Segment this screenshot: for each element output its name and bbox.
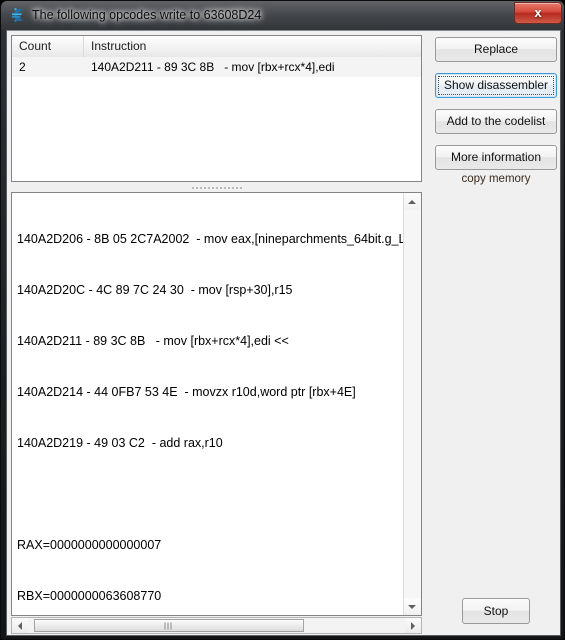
disasm-line: 140A2D20C - 4C 89 7C 24 30 - mov [rsp+30… (17, 283, 293, 297)
register-line: RAX=0000000000000007 (17, 538, 162, 552)
window-title: The following opcodes write to 63608D24 (32, 8, 262, 22)
chevron-down-icon (408, 604, 416, 609)
scroll-down-button[interactable] (404, 598, 420, 615)
scroll-left-button[interactable] (12, 618, 28, 633)
splitter-grip-icon (190, 187, 243, 189)
disasm-line: 140A2D206 - 8B 05 2C7A2002 - mov eax,[ni… (17, 232, 406, 246)
show-disassembler-button[interactable]: Show disassembler (435, 73, 557, 98)
more-information-button[interactable]: More information (435, 145, 557, 170)
chevron-right-icon (411, 621, 415, 630)
cheat-engine-icon (9, 6, 27, 24)
vertical-scrollbar[interactable] (403, 193, 421, 615)
disasm-line: 140A2D219 - 49 03 C2 - add rax,r10 (17, 436, 223, 450)
cell-instruction: 140A2D211 - 89 3C 8B - mov [rbx+rcx*4],e… (91, 60, 335, 74)
table-row[interactable]: 2 140A2D211 - 89 3C 8B - mov [rbx+rcx*4]… (12, 57, 421, 77)
column-header-count[interactable]: Count (12, 36, 84, 57)
copy-memory-label[interactable]: copy memory (435, 173, 557, 185)
disassembly-register-pane[interactable]: 140A2D206 - 8B 05 2C7A2002 - mov eax,[ni… (11, 192, 422, 616)
stop-button[interactable]: Stop (462, 598, 530, 624)
scroll-up-button[interactable] (404, 193, 420, 210)
close-button[interactable]: x (514, 2, 562, 24)
horizontal-scrollbar[interactable] (11, 617, 422, 634)
cell-count: 2 (19, 60, 26, 74)
client-area: Count Instruction 2 140A2D211 - 89 3C 8B… (6, 30, 561, 636)
chevron-up-icon (408, 199, 416, 204)
disasm-line-current: 140A2D211 - 89 3C 8B - mov [rbx+rcx*4],e… (17, 334, 289, 348)
chevron-left-icon (18, 621, 22, 630)
disasm-line: 140A2D214 - 44 0FB7 53 4E - movzx r10d,w… (17, 385, 356, 399)
replace-button[interactable]: Replace (435, 37, 557, 62)
horizontal-scroll-thumb[interactable] (34, 619, 304, 632)
opcode-list[interactable]: Count Instruction 2 140A2D211 - 89 3C 8B… (11, 35, 422, 182)
opcode-monitor-window: The following opcodes write to 63608D24 … (0, 0, 565, 640)
close-icon: x (534, 5, 542, 20)
show-disassembler-label: Show disassembler (443, 78, 549, 92)
opcode-list-header: Count Instruction (12, 36, 421, 58)
memo-content: 140A2D206 - 8B 05 2C7A2002 - mov eax,[ni… (17, 197, 406, 615)
column-header-instruction[interactable]: Instruction (84, 36, 421, 57)
title-bar[interactable]: The following opcodes write to 63608D24 … (1, 1, 564, 30)
scroll-right-button[interactable] (405, 618, 421, 633)
register-line: RBX=0000000063608770 (17, 589, 162, 603)
scroll-thumb-grip-icon (164, 622, 174, 629)
pane-splitter[interactable] (11, 183, 422, 192)
add-to-codelist-button[interactable]: Add to the codelist (435, 109, 557, 134)
